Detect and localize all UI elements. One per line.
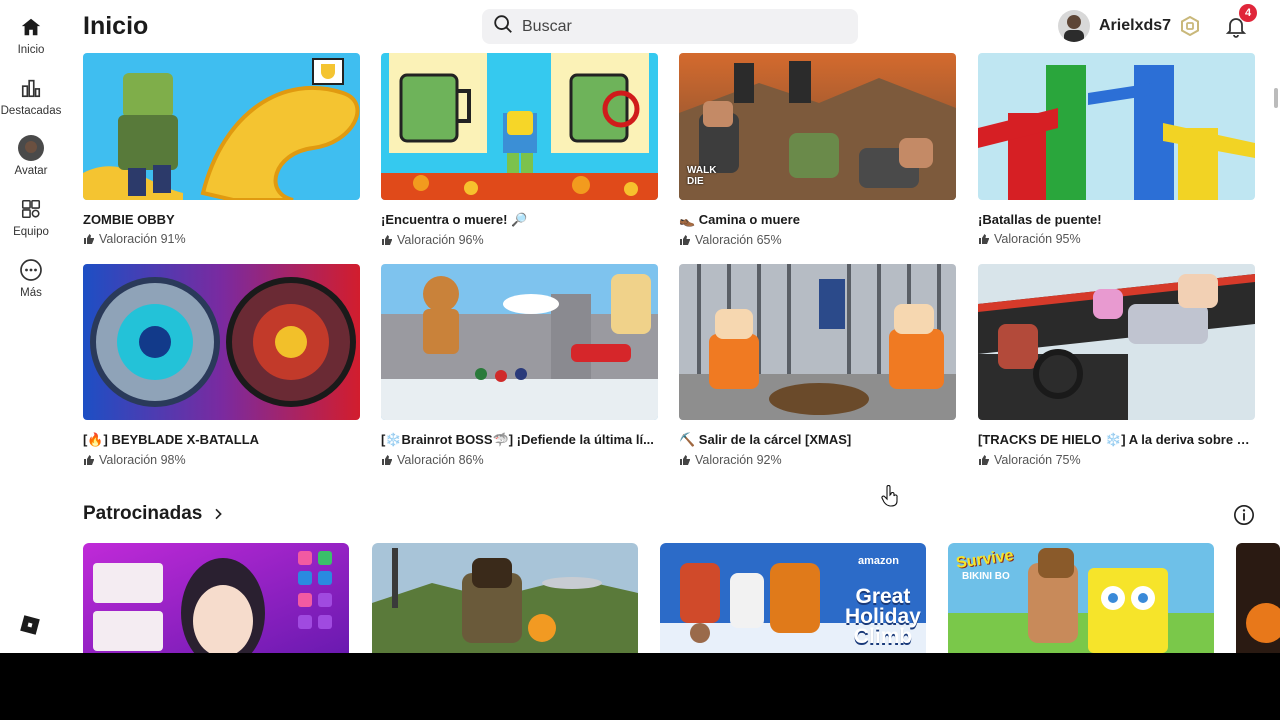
sponsored-card-spongebob[interactable]: Survive BIKINI BO [948,543,1214,653]
game-card-encuentra-o-muere[interactable]: ¡Encuentra o muere! 🔎 Valoración 96% [381,53,658,247]
section-title: Patrocinadas [83,503,203,524]
avatar[interactable] [1058,10,1090,42]
game-title: [🔥] BEYBLADE X-BATALLA [83,432,260,447]
game-title: ¡Encuentra o muere! 🔎 [381,212,528,227]
rating-text: Valoración 75% [994,453,1081,467]
more-icon [18,257,44,283]
sidebar-item-label: Avatar [14,165,48,177]
sponsored-card-war[interactable] [372,543,638,653]
game-title: ⛏️ Salir de la cárcel [XMAS] [679,432,852,447]
amazon-logo: amazon [858,555,899,567]
sidebar-item-avatar[interactable]: Avatar [0,135,62,177]
game-thumbnail [679,264,956,420]
user-profile[interactable]: Arielxds7 [1058,10,1171,42]
sponsored-card-great-holiday-climb[interactable]: amazon Great Holiday Climb [660,543,926,653]
thumbs-up-icon [979,455,989,465]
hand-cursor-icon [881,485,899,507]
chart-icon [18,75,44,101]
thumbs-up-icon [84,234,94,244]
game-title: [❄️Brainrot BOSS🦈] ¡Defiende la última l… [381,432,654,447]
thumbs-up-icon [382,235,392,245]
search-input[interactable] [522,17,842,36]
info-icon[interactable] [1233,504,1255,526]
game-rating: Valoración 96% [381,233,658,247]
thumbs-up-icon [979,234,989,244]
game-rating: Valoración 92% [679,453,956,467]
sponsored-card-makeup[interactable] [83,543,349,653]
sidebar: Inicio Destacadas Avatar Equipo Más [0,0,62,653]
app-window: Inicio Destacadas Avatar Equipo Más Inic… [0,0,1280,653]
game-rating: Valoración 95% [978,232,1255,246]
sidebar-item-label: Destacadas [0,105,62,117]
game-title: ¡Batallas de puente! [978,212,1102,227]
username[interactable]: Arielxds7 [1099,17,1171,35]
sponsored-section-header[interactable]: Patrocinadas [83,503,226,525]
scrollbar[interactable] [1274,88,1278,108]
game-thumbnail [381,53,658,200]
game-card-camina-o-muere[interactable]: WALK DIE 👞 Camina o muere Valoración 65% [679,53,956,247]
game-thumbnail [83,53,360,200]
game-rating: Valoración 98% [83,453,360,467]
letterbox-bar [0,653,1280,720]
notification-badge: 4 [1239,4,1257,22]
search-icon [492,13,514,40]
game-title: [TRACKS DE HIELO ❄️] A la deriva sobre u… [978,432,1255,447]
game-card-zombie-obby[interactable]: ZOMBIE OBBY Valoración 91% [83,53,360,246]
rating-text: Valoración 95% [994,232,1081,246]
game-card-salir-de-la-carcel[interactable]: ⛏️ Salir de la cárcel [XMAS] Valoración … [679,264,956,467]
page-title: Inicio [83,12,149,40]
game-rating: Valoración 65% [679,233,956,247]
thumbs-up-icon [382,455,392,465]
game-title: 👞 Camina o muere [679,212,800,227]
game-card-tracks-de-hielo[interactable]: [TRACKS DE HIELO ❄️] A la deriva sobre u… [978,264,1255,467]
game-card-brainrot-boss[interactable]: [❄️Brainrot BOSS🦈] ¡Defiende la última l… [381,264,658,467]
game-thumbnail: WALK DIE [679,53,956,200]
game-rating: Valoración 91% [83,232,360,246]
game-rating: Valoración 75% [978,453,1255,467]
game-logo-subtext: BIKINI BO [962,571,1010,582]
rating-text: Valoración 92% [695,453,782,467]
home-icon [18,14,44,40]
sponsored-card-partial[interactable] [1236,543,1280,653]
thumbs-up-icon [680,235,690,245]
sidebar-item-destacadas[interactable]: Destacadas [0,75,62,117]
game-title: ZOMBIE OBBY [83,212,175,227]
sidebar-item-label: Más [20,287,42,299]
game-thumbnail [978,53,1255,200]
rating-text: Valoración 91% [99,232,186,246]
sidebar-item-mas[interactable]: Más [0,257,62,299]
game-rating: Valoración 86% [381,453,658,467]
rating-text: Valoración 86% [397,453,484,467]
group-icon [18,196,44,222]
sidebar-item-label: Inicio [17,44,45,56]
rating-text: Valoración 65% [695,233,782,247]
game-logo-text: Great Holiday Climb [845,585,921,648]
rating-text: Valoración 96% [397,233,484,247]
chevron-right-icon [215,508,223,520]
rating-text: Valoración 98% [99,453,186,467]
thumbs-up-icon [84,455,94,465]
game-card-beyblade[interactable]: [🔥] BEYBLADE X-BATALLA Valoración 98% [83,264,360,467]
game-card-batallas-de-puente[interactable]: ¡Batallas de puente! Valoración 95% [978,53,1255,246]
avatar-icon [18,135,44,161]
sidebar-item-equipo[interactable]: Equipo [0,196,62,238]
game-thumbnail [83,264,360,420]
search-bar[interactable] [482,9,858,44]
walk-or-die-logo: WALK DIE [687,165,717,187]
thumbs-up-icon [680,455,690,465]
sidebar-item-label: Equipo [13,226,49,238]
robux-icon[interactable] [1180,15,1200,37]
roblox-logo-icon[interactable] [20,615,40,635]
game-thumbnail [381,264,658,420]
game-thumbnail [978,264,1255,420]
sidebar-item-inicio[interactable]: Inicio [0,14,62,56]
